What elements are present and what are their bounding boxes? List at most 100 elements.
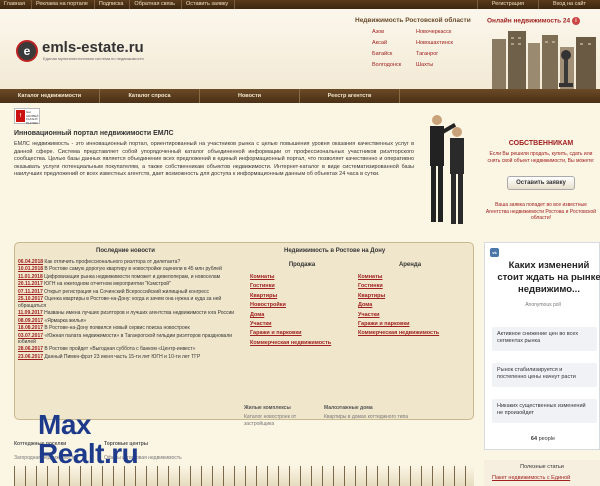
news-item[interactable]: 28.06.2017 В Ростове пройдет «Выгодная с… — [18, 346, 246, 352]
watermark-line-2: Realt.ru — [38, 438, 139, 469]
sale-link[interactable]: Квартиры — [250, 292, 354, 301]
news-text: ЮГН на ежегодном отчетном мероприятии "К… — [44, 281, 171, 288]
top-link-request[interactable]: Оставить заявку — [182, 0, 236, 9]
poll-option[interactable]: Рынок стабилизируется и постепенно цены … — [492, 363, 597, 387]
sale-link[interactable]: Дома — [250, 311, 354, 320]
logo-mark: e — [16, 40, 38, 62]
sale-link[interactable]: Новостройки — [250, 301, 354, 310]
news-item[interactable]: 06.04.2018 Как отличить профессиональног… — [18, 259, 246, 265]
online-realty-link[interactable]: Онлайн недвижимость 24 i — [487, 17, 580, 25]
news-item[interactable]: 08.09.2017 «Ярмарка жилья» — [18, 318, 246, 324]
top-link-feedback[interactable]: Обратная связь — [130, 0, 182, 9]
complexes-text: Каталог новостроек от застройщика — [244, 414, 297, 427]
rent-link[interactable]: Дома — [358, 301, 462, 310]
news-text: Данный Пимен-фрэт 23 июня часть 15-ти ле… — [44, 353, 201, 360]
poll-question: Каких изменений стоит ждать на рынке нед… — [497, 260, 600, 295]
login-link[interactable]: Вход на сайт — [538, 0, 600, 9]
news-item[interactable]: 11.09.2017 Названы имена лучших риэлторо… — [18, 310, 246, 316]
news-date: 18.08.2017 — [18, 325, 44, 332]
nav-catalog[interactable]: Каталог недвижимости — [0, 89, 100, 103]
vk-poll-widget: vk Каких изменений стоит ждать на рынке … — [484, 242, 600, 450]
rent-link[interactable]: Участки — [358, 311, 462, 320]
site-logo[interactable]: e emls-estate.ru Единая мультилистингова… — [16, 36, 186, 66]
cities-title: Недвижимость Ростовской области — [355, 17, 471, 24]
news-item[interactable]: 11.01.2018 Цифровизация рынка недвижимос… — [18, 274, 246, 280]
news-item[interactable]: 18.08.2017 В Ростове-на-Дону появился но… — [18, 325, 246, 331]
news-item[interactable]: 20.11.2017 ЮГН на ежегодном отчетном мер… — [18, 281, 246, 287]
top-link-subscribe[interactable]: Подписка — [95, 0, 131, 9]
nav-news[interactable]: Новости — [200, 89, 300, 103]
vk-icon[interactable]: vk — [490, 248, 499, 257]
news-text: «Ярмарка жилья» — [44, 317, 87, 324]
city-link[interactable]: Таганрог — [416, 51, 476, 57]
sale-link[interactable]: Участки — [250, 320, 354, 329]
city-link[interactable]: Новочеркасск — [416, 29, 476, 35]
news-item[interactable]: 07.11.2017 Открыт регистрация на Сочинск… — [18, 289, 246, 295]
nav-agencies[interactable]: Реестр агентств — [300, 89, 400, 103]
news-date: 25.10.2017 — [18, 296, 44, 303]
sale-column: Продажа Комнаты Гостинки Квартиры Новост… — [250, 262, 354, 348]
complexes-title[interactable]: Жилые комплексы — [244, 405, 291, 411]
business-people-illustration — [430, 115, 464, 224]
news-item[interactable]: 23.06.2017 Данный Пимен-фрэт 23 июня час… — [18, 354, 246, 360]
sale-link[interactable]: Комнаты — [250, 273, 354, 282]
register-link[interactable]: Регистрация — [476, 0, 538, 9]
news-text: Названы имена лучших риэлторов и лучших … — [44, 310, 235, 317]
sale-link[interactable]: Коммерческая недвижимость — [250, 339, 354, 348]
rent-link[interactable]: Квартиры — [358, 292, 462, 301]
news-date: 20.11.2017 — [18, 281, 43, 288]
news-date: 07.11.2017 — [18, 288, 43, 295]
news-date: 08.09.2017 — [18, 317, 44, 324]
top-link-home[interactable]: Главная — [0, 0, 32, 9]
city-link[interactable]: Азов — [372, 29, 416, 35]
rent-link[interactable]: Гостинки — [358, 282, 462, 291]
news-date: 03.07.2017 — [18, 332, 44, 339]
watermark-line-1: Max — [38, 409, 91, 440]
poll-option[interactable]: Никаких существенных изменений не произо… — [492, 399, 597, 423]
useful-link[interactable]: Пакет недвижимость с Единой — [492, 475, 570, 481]
top-links: Главная Реклама на портале Подписка Обра… — [0, 0, 236, 9]
flash-player-badge[interactable]: f Get ADOBE® FLASH® PLAYER — [14, 108, 40, 124]
poll-count-label: people — [538, 436, 556, 442]
info-icon: i — [571, 17, 580, 25]
city-link[interactable]: Батайск — [372, 51, 416, 57]
news-date: 11.01.2018 — [18, 273, 43, 280]
city-link[interactable]: Волгодонск — [372, 62, 416, 68]
lowrise-title[interactable]: Малоэтажные дома — [324, 405, 373, 411]
rent-link[interactable]: Коммерческая недвижимость — [358, 329, 462, 338]
city-link[interactable]: Новошахтинск — [416, 40, 476, 46]
adobe-flash-icon: f — [16, 110, 25, 122]
poll-type: Anonymous poll — [525, 302, 561, 308]
top-link-ads[interactable]: Реклама на портале — [32, 0, 95, 9]
news-text: Открыт регистрация на Сочинский Всеросси… — [44, 288, 209, 295]
telephone-icon — [559, 50, 573, 87]
poll-option[interactable]: Активное снижение цен во всех сегментах … — [492, 327, 597, 351]
logo-name: emls-estate.ru — [42, 39, 144, 56]
news-text: В Ростове самую дорогую квартиру в новос… — [44, 266, 222, 273]
rent-title: Аренда — [398, 262, 422, 268]
sale-link[interactable]: Гостинки — [250, 282, 354, 291]
rent-link[interactable]: Гаражи и парковки — [358, 320, 462, 329]
news-item[interactable]: 25.10.2017 Оценка квартиры в Ростове-на-… — [18, 296, 246, 309]
news-date: 10.01.2018 — [18, 266, 44, 273]
intro-title: Инновационный портал недвижимости ЕМЛС — [14, 130, 174, 137]
rent-link[interactable]: Комнаты — [358, 273, 462, 282]
news-item[interactable]: 10.01.2018 В Ростове самую дорогую кварт… — [18, 266, 246, 272]
lowrise-text: Квартиры в домах коттеджного типа — [324, 414, 409, 420]
news-text: Как отличить профессионального риэлтора … — [44, 259, 181, 265]
owners-text: Если Вы решили продать, купить, сдать ил… — [487, 151, 595, 164]
news-item[interactable]: 03.07.2017 «Южная палата недвижимости» в… — [18, 333, 246, 346]
sale-link[interactable]: Гаражи и парковки — [250, 329, 354, 338]
news-text: Цифровизация рынка недвижимости поможет … — [44, 273, 221, 280]
useful-title: Полезные статьи — [520, 464, 564, 470]
fence-decoration — [14, 466, 474, 486]
leave-request-button[interactable]: Оставить заявку — [507, 176, 575, 190]
nav-demand[interactable]: Каталог спроса — [100, 89, 200, 103]
news-text: В Ростове-на-Дону появился новый сервис … — [44, 325, 190, 332]
city-link[interactable]: Шахты — [416, 62, 476, 68]
news-list: 06.04.2018 Как отличить профессиональног… — [18, 259, 246, 361]
city-link[interactable]: Аксай — [372, 40, 416, 46]
intro-text: ЕМЛС недвижимость - это инновационный по… — [14, 141, 414, 178]
flash-text: Get ADOBE® FLASH® PLAYER — [26, 110, 39, 125]
news-date: 23.06.2017 — [18, 353, 44, 360]
